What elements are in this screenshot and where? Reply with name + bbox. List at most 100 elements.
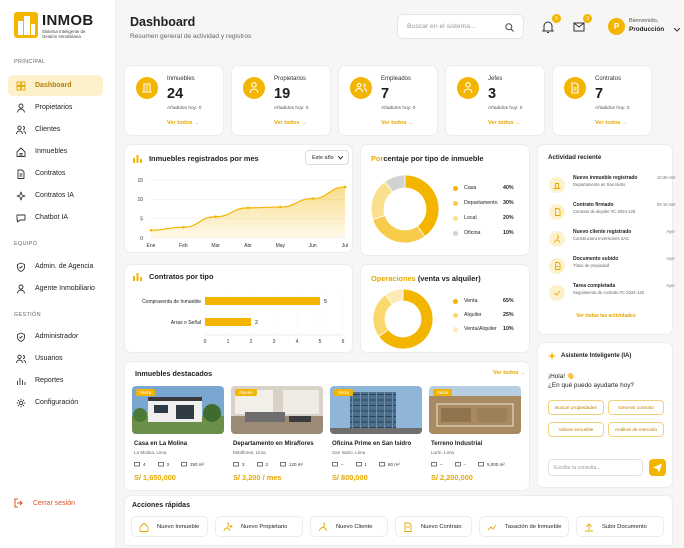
line-point xyxy=(311,197,314,200)
logout-button[interactable]: Cerrar sesión xyxy=(14,498,75,508)
sidebar-item-agente-inmobiliario[interactable]: Agente Inmobiliario xyxy=(8,278,103,299)
sidebar-item-contratos-ia[interactable]: Contratos IA xyxy=(8,185,103,206)
shield-icon xyxy=(17,262,25,272)
legend-item: Departamento 30% xyxy=(453,200,514,206)
legend-dot xyxy=(453,230,458,236)
stat-link[interactable]: Ver todos → xyxy=(167,120,200,126)
sidebar-item-propietarios[interactable]: Propietarios xyxy=(8,97,103,118)
x-tick-label: Ene xyxy=(147,243,156,249)
chip-value-property[interactable]: Valorar inmueble xyxy=(548,422,604,437)
sidebar-item-usuarios[interactable]: Usuarios xyxy=(8,348,103,369)
grid-icon xyxy=(16,81,26,90)
check-icon xyxy=(554,290,561,296)
brand-tagline: Sistema Inteligente de Gestión Inmobiliar… xyxy=(42,29,86,40)
search-input[interactable]: Buscar en el sistema... xyxy=(397,14,524,39)
stat-label: Inmuebles xyxy=(167,76,195,82)
activity-item[interactable]: Nuevo cliente registrado Constructora Inv… xyxy=(549,228,675,254)
sparkle-icon xyxy=(16,191,26,200)
featured-link[interactable]: Ver todos → xyxy=(493,370,526,376)
messages-button[interactable]: 3 xyxy=(569,14,592,37)
stat-link[interactable]: Ver todos → xyxy=(381,120,414,126)
activity-link[interactable]: Ver todas las actividades xyxy=(538,313,674,319)
user-icon xyxy=(17,284,25,294)
property-beds: 4 xyxy=(134,461,146,467)
donut-slice xyxy=(404,175,439,238)
activity-title-text: Documento subido xyxy=(573,256,619,262)
stat-link[interactable]: Ver todos → xyxy=(274,120,307,126)
property-area: 120 m² xyxy=(280,461,303,467)
stat-label: Contratos xyxy=(595,76,622,82)
bar-value-label: 5 xyxy=(324,299,327,305)
stat-sub: Añadidos hoy: 0 xyxy=(274,106,309,111)
sidebar-item-label: Inmuebles xyxy=(35,148,68,155)
send-button[interactable] xyxy=(649,459,666,476)
property-name: Casa en La Molina xyxy=(134,440,188,447)
quick-action-button[interactable]: Nuevo Inmueble xyxy=(131,516,208,537)
sidebar: INMOB Sistema Inteligente de Gestión Inmo… xyxy=(0,0,116,548)
bath-icon xyxy=(256,462,263,467)
assistant-input[interactable]: Escribe tu consulta... xyxy=(548,459,643,476)
activity-sub-text: Departamento en San Isidro xyxy=(573,182,626,187)
avatar[interactable]: P xyxy=(608,18,625,35)
activity-item[interactable]: Nuevo inmueble registrado Departamento en… xyxy=(549,174,675,200)
notifications-button[interactable]: 6 xyxy=(538,14,561,37)
property-name: Terreno Industrial xyxy=(431,440,483,447)
donut-operation-title: Operaciones (venta vs alquiler) xyxy=(371,274,481,283)
chevron-down-icon[interactable] xyxy=(674,28,680,32)
property-card[interactable]: Alquiler Departamento en Miraflores Mirafl… xyxy=(231,386,323,482)
quick-action-button[interactable]: Nuevo Propietario xyxy=(215,516,303,537)
stat-link[interactable]: Ver todos → xyxy=(595,120,628,126)
bar-chart-card: Contratos por tipo 0 1 2 3 4 5 6 Compraventa de… xyxy=(124,264,353,353)
trend-icon xyxy=(487,524,497,530)
section-gestion: GESTIÓN xyxy=(14,312,41,318)
legend-label: Departamento xyxy=(464,200,498,206)
quick-action-button[interactable]: Tasación de Inmueble xyxy=(479,516,569,537)
stat-circle xyxy=(136,77,158,99)
quick-action-label: Nuevo Inmueble xyxy=(157,523,200,530)
sidebar-item-contratos[interactable]: Contratos xyxy=(8,163,103,184)
stat-link[interactable]: Ver todos → xyxy=(488,120,521,126)
legend-item: Venta/Alquiler 10% xyxy=(453,326,514,332)
sidebar-item-clientes[interactable]: Clientes xyxy=(8,119,103,140)
assistant-question: ¿En qué puedo ayudarte hoy? xyxy=(548,382,634,389)
activity-time: Ayer xyxy=(666,256,675,261)
legend-item: Alquiler 25% xyxy=(453,312,514,318)
x-tick-label: Mar xyxy=(211,243,220,249)
chip-market-analysis[interactable]: Análisis de mercado xyxy=(608,422,664,437)
chip-generate-contract[interactable]: Generar contrato xyxy=(608,400,664,415)
property-beds: – xyxy=(431,461,443,467)
stat-card-contratos: Contratos 7 Añadidos hoy: 0 Ver todos → xyxy=(552,65,652,136)
activity-item[interactable]: Documento subido Título de propiedad Ayer xyxy=(549,255,675,281)
activity-sub-text: Contrato de alquiler #C-2024-128 xyxy=(573,209,636,214)
sidebar-item-reportes[interactable]: Reportes xyxy=(8,370,103,391)
property-tag: Venta xyxy=(136,389,155,396)
property-tag: Venta xyxy=(433,389,452,396)
chip-search-properties[interactable]: Buscar propiedades xyxy=(548,400,604,415)
sidebar-item-admin-de-agencia[interactable]: Admin. de Agencia xyxy=(8,256,103,277)
stat-label: Propietarios xyxy=(274,76,307,82)
activity-icon-bg xyxy=(549,177,565,193)
property-card[interactable]: Venta Casa en La Molina La Molina, Lima 4 3 2… xyxy=(132,386,224,482)
sidebar-item-administrador[interactable]: Administrador xyxy=(8,326,103,347)
donut-type-card: Porcentaje por tipo de inmueble Casa 40% D… xyxy=(360,144,530,256)
quick-action-button[interactable]: Nuevo Cliente xyxy=(310,516,388,537)
property-card[interactable]: Venta Terreno Industrial Lurín, Lima – – 5,00… xyxy=(429,386,521,482)
user-add-icon xyxy=(223,521,233,531)
sidebar-item-configuraci-n[interactable]: Configuración xyxy=(8,392,103,413)
sidebar-item-dashboard[interactable]: Dashboard xyxy=(8,75,103,96)
quick-action-button[interactable]: Subir Documento xyxy=(576,516,664,537)
activity-item[interactable]: Tarea completada Seguimiento de contrato … xyxy=(549,282,675,308)
activity-item[interactable]: Contrato firmado Contrato de alquiler #C-… xyxy=(549,201,675,227)
year-filter-select[interactable]: Este año xyxy=(305,150,349,165)
activity-title: Actividad reciente xyxy=(548,154,602,161)
sidebar-item-chatbot-ia[interactable]: Chatbot IA xyxy=(8,207,103,228)
property-card[interactable]: Venta Oficina Prime en San Isidro San Isid… xyxy=(330,386,422,482)
line-point xyxy=(343,185,347,189)
activity-sub-text: Seguimiento de contrato #C-2024-125 xyxy=(573,290,645,295)
line-point xyxy=(246,206,250,210)
property-image: Venta xyxy=(132,386,224,434)
quick-action-button[interactable]: Nuevo Contrato xyxy=(395,516,472,537)
stat-sub: Añadidos hoy: 0 xyxy=(488,106,523,111)
sidebar-item-inmuebles[interactable]: Inmuebles xyxy=(8,141,103,162)
stat-sub: Añadidos hoy: 0 xyxy=(381,106,416,111)
